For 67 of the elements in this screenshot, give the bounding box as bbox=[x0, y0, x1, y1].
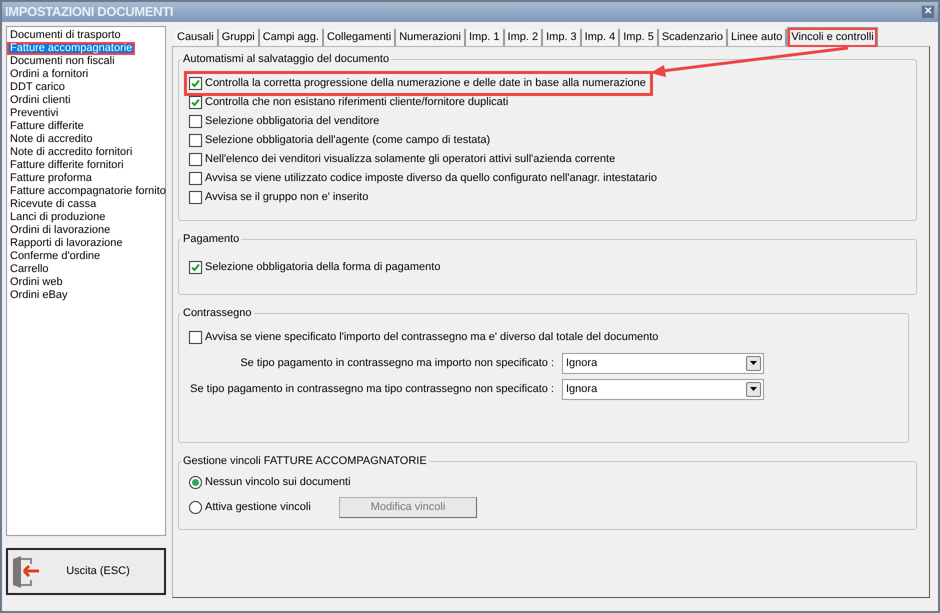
group-title: Automatismi al salvataggio del documento bbox=[182, 52, 390, 67]
list-item[interactable]: Carrello bbox=[7, 263, 165, 276]
group-title: Contrassegno bbox=[182, 306, 252, 321]
checkbox[interactable] bbox=[189, 190, 202, 204]
list-item[interactable]: Preventivi bbox=[7, 107, 165, 120]
checkbox[interactable] bbox=[189, 172, 202, 184]
list-item[interactable]: Ordini di lavorazione bbox=[7, 224, 165, 237]
tab[interactable]: Imp. 4 bbox=[582, 29, 620, 46]
list-item[interactable]: Ordini eBay bbox=[7, 289, 165, 302]
checkbox-label: Avvisa se viene specificato l'importo del contrassegno ma e' diverso dal totale del documento bbox=[205, 330, 658, 345]
list-item[interactable]: Ordini clienti bbox=[7, 94, 165, 107]
checkbox[interactable] bbox=[189, 152, 202, 166]
list-item[interactable]: Fatture differite bbox=[7, 120, 165, 133]
checkbox[interactable] bbox=[189, 134, 202, 146]
checkbox-label: Selezione obbligatoria dell'agente (come campo di testata) bbox=[205, 132, 490, 148]
radio-label: Attiva gestione vincoli bbox=[205, 500, 312, 515]
list-item[interactable]: Ricevute di cassa bbox=[7, 198, 165, 211]
group-title: Pagamento bbox=[182, 232, 240, 247]
checkbox-label: Controlla che non esistano riferimenti cliente/fornitore duplicati bbox=[205, 94, 508, 110]
dropdown[interactable]: Ignora bbox=[562, 352, 764, 374]
list-item[interactable]: Note di accredito fornitori bbox=[7, 146, 165, 159]
tab[interactable]: Gruppi bbox=[218, 29, 260, 46]
radio-button[interactable] bbox=[189, 500, 202, 514]
list-item[interactable]: Rapporti di lavorazione bbox=[7, 237, 165, 250]
list-item[interactable]: Ordini a fornitori bbox=[7, 68, 165, 81]
checkbox[interactable] bbox=[189, 330, 202, 344]
dropdown[interactable]: Ignora bbox=[562, 378, 764, 400]
group-title: Gestione vincoli FATTURE ACCOMPAGNATORIE bbox=[182, 454, 428, 469]
window-title: IMPOSTAZIONI DOCUMENTI bbox=[5, 3, 174, 22]
list-item[interactable]: Fatture proforma bbox=[7, 172, 165, 185]
tab[interactable]: Causali bbox=[174, 29, 219, 46]
tab[interactable]: Imp. 2 bbox=[504, 29, 544, 46]
list-item[interactable]: Fatture accompagnatorie fornito bbox=[7, 185, 165, 198]
list-item[interactable]: Fatture differite fornitori bbox=[7, 159, 165, 172]
tab[interactable]: Numerazioni bbox=[396, 29, 466, 46]
list-item[interactable]: Lanci di produzione bbox=[7, 211, 165, 224]
checkbox-label: Selezione obbligatoria della forma di pagamento bbox=[205, 260, 440, 275]
checkbox-label: Selezione obbligatoria del venditore bbox=[205, 114, 380, 129]
checkbox[interactable] bbox=[189, 260, 202, 274]
checkbox-label: Avvisa se viene utilizzato codice imposte diverso da quello configurato nell'anagr. intestatario bbox=[205, 170, 657, 186]
checkbox-label: Controlla la corretta progressione della numerazione e delle date in base alla numerazione bbox=[205, 76, 646, 91]
list-item[interactable]: Fatture accompagnatorie bbox=[7, 42, 135, 55]
tab[interactable]: Imp. 3 bbox=[543, 29, 582, 46]
tab[interactable]: Imp. 5 bbox=[620, 29, 659, 46]
radio-label: Nessun vincolo sui documenti bbox=[205, 474, 351, 490]
list-item[interactable]: Conferme d'ordine bbox=[7, 250, 165, 263]
tab[interactable]: Collegamenti bbox=[324, 29, 396, 46]
tab[interactable]: Campi agg. bbox=[260, 29, 324, 46]
tab[interactable]: Vincoli e controlli bbox=[787, 27, 878, 47]
tab[interactable]: Scadenzario bbox=[658, 29, 728, 46]
exit-button[interactable]: Uscita (ESC) bbox=[6, 548, 166, 595]
checkbox[interactable] bbox=[189, 96, 202, 108]
list-item[interactable]: Note di accredito bbox=[7, 133, 165, 146]
list-item[interactable]: Documenti di trasporto bbox=[7, 29, 165, 42]
field-label: Se tipo pagamento in contrassegno ma importo non specificato : bbox=[240, 356, 554, 371]
field-label: Se tipo pagamento in contrassegno ma tipo contrassegno non specificato : bbox=[190, 382, 554, 397]
tab[interactable]: Imp. 1 bbox=[466, 29, 505, 46]
list-item[interactable]: Ordini web bbox=[7, 276, 165, 289]
tab[interactable]: Linee auto bbox=[728, 29, 788, 46]
checkbox[interactable] bbox=[189, 114, 202, 128]
checkbox-label: Nell'elenco dei venditori visualizza solamente gli operatori attivi sull'azienda corrente bbox=[205, 152, 616, 167]
close-button[interactable]: ✕ bbox=[921, 5, 935, 19]
checkbox[interactable] bbox=[189, 76, 202, 90]
list-item[interactable]: Documenti non fiscali bbox=[7, 55, 165, 68]
checkbox-label: Avvisa se il gruppo non e' inserito bbox=[205, 190, 368, 205]
radio-button[interactable] bbox=[189, 476, 202, 488]
list-item[interactable]: DDT carico bbox=[7, 81, 165, 94]
